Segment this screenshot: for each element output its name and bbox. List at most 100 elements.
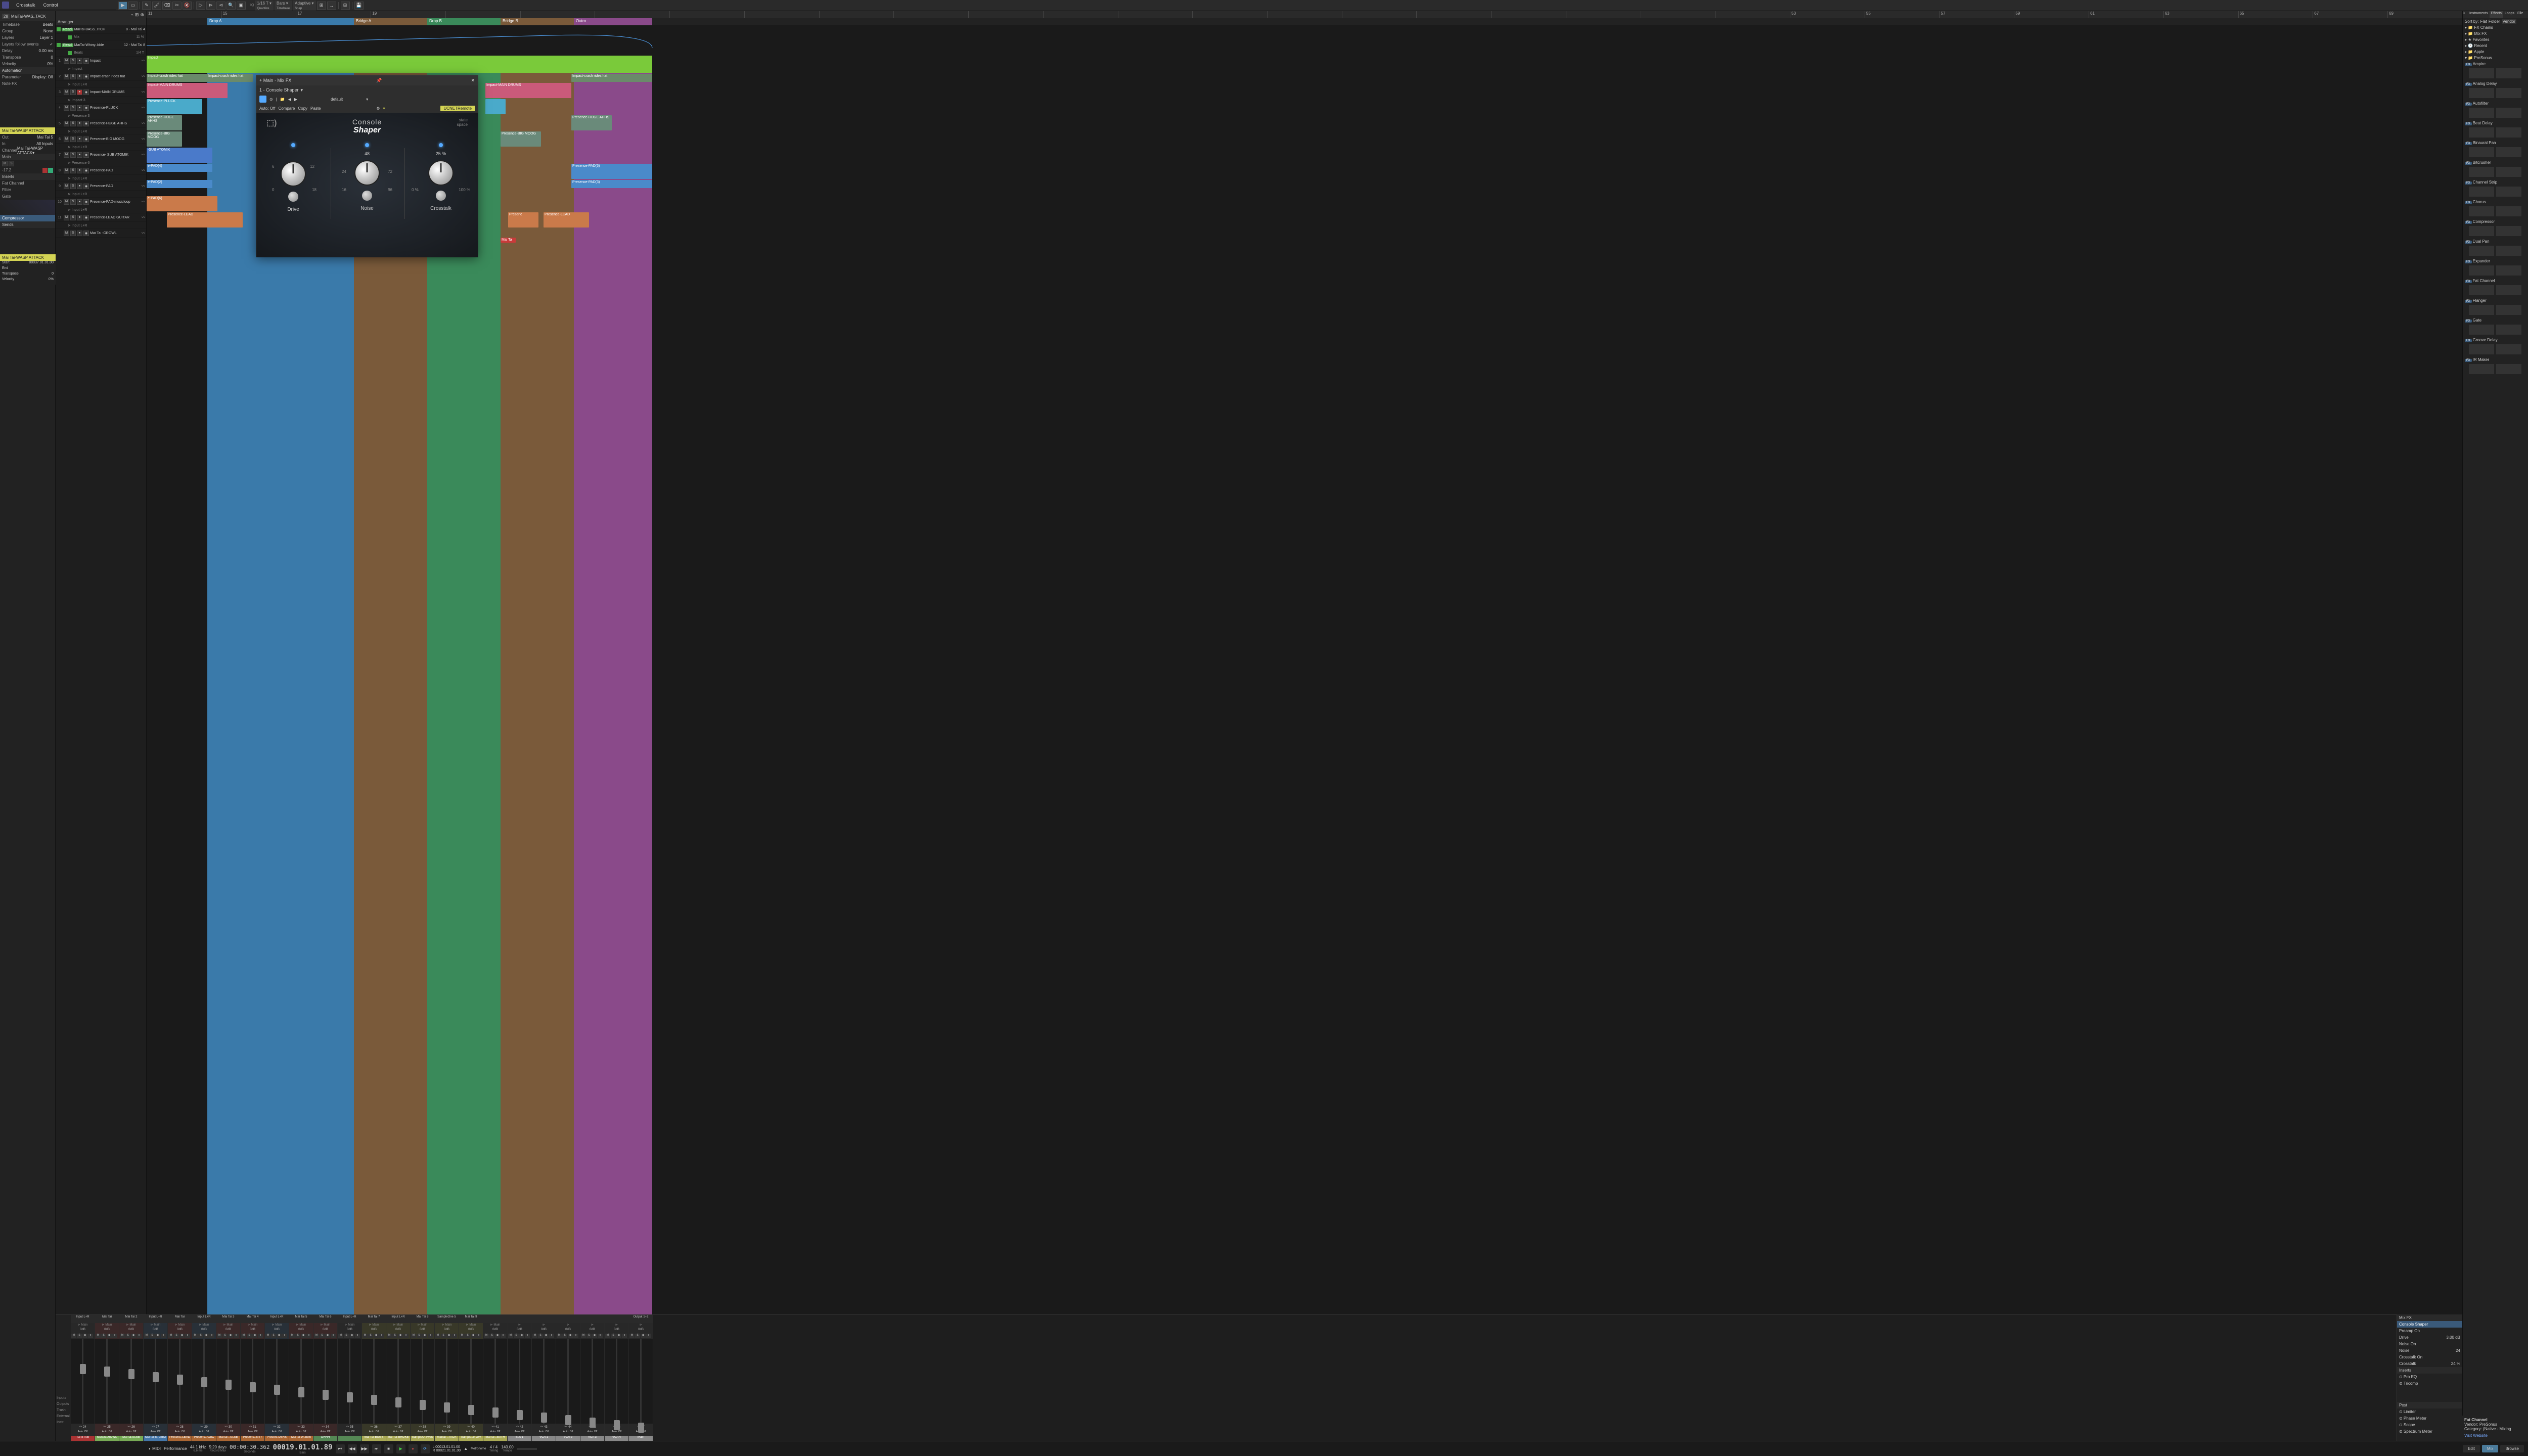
inspector-row[interactable]: Layers follow events✓ bbox=[0, 41, 55, 48]
channel-label[interactable]: VCA 4 bbox=[605, 1436, 628, 1441]
close-icon[interactable]: ✕ bbox=[471, 78, 475, 83]
inspector-row[interactable]: Delay0.00 ms bbox=[0, 48, 55, 54]
record-button[interactable]: ● bbox=[409, 1444, 418, 1453]
channel-fader[interactable] bbox=[483, 1339, 507, 1424]
track-input[interactable]: ⊳ Presence 3 bbox=[56, 112, 146, 119]
menu-control[interactable]: Control bbox=[39, 3, 62, 8]
ruler-tick[interactable]: 59 bbox=[2014, 11, 2089, 18]
clip[interactable]: Presence-PAD(3) bbox=[571, 180, 652, 188]
mixer-section-label[interactable]: External bbox=[56, 1414, 71, 1420]
effect-thumb[interactable] bbox=[2496, 147, 2521, 157]
remote-badge[interactable]: UCNETRemote bbox=[440, 106, 475, 111]
erase-tool[interactable]: ⌫ bbox=[162, 2, 171, 10]
compressor-insert[interactable]: Compressor bbox=[0, 215, 55, 221]
channel-fader[interactable] bbox=[95, 1339, 119, 1424]
clip[interactable]: Impact-MAIN DRUMS bbox=[147, 83, 228, 98]
track-row[interactable]: 3MS●◉Impact-MAIN DRUMS〰 bbox=[56, 88, 146, 97]
listen-tool[interactable]: ▷ bbox=[196, 2, 205, 10]
notefx-row[interactable]: Note FX bbox=[0, 80, 55, 87]
effect-item[interactable]: FXIR Maker bbox=[2463, 356, 2528, 363]
mixer-channel[interactable]: Input L+R ⊳ Main 0dB MS◉● 〰 27 Auto: Off… bbox=[144, 1315, 168, 1441]
mixer-channel[interactable]: Mai Tai 7 ⊳ Main 0dB MS◉● 〰 36 Auto: Off… bbox=[362, 1315, 386, 1441]
mixer-channel[interactable]: Mai Tai 9 ⊳ Main 0dB MS◉● 〰 40 Auto: Off… bbox=[459, 1315, 483, 1441]
effect-thumb[interactable] bbox=[2496, 265, 2521, 276]
tool-d[interactable]: → bbox=[327, 2, 336, 10]
quantize-dropdown[interactable]: 1/16 T ▾Quantize bbox=[255, 1, 274, 11]
channel-row[interactable]: ChannelMai Tai-WASP ATTACK▾ bbox=[0, 147, 55, 154]
channel-label[interactable]: Presenc..EIT7 bbox=[241, 1436, 264, 1441]
mixer-channel[interactable]: Input L+R ⊳ Main 0dB MS◉● 〰 37 Auto: Off… bbox=[386, 1315, 411, 1441]
track-sub[interactable]: Beats1/4 T bbox=[56, 50, 146, 57]
rewind-button[interactable]: ⏮ bbox=[336, 1444, 345, 1453]
ruler-tick[interactable] bbox=[669, 11, 744, 18]
ruler[interactable]: 11151719535557596163656769 bbox=[147, 11, 2462, 18]
channel-fader[interactable] bbox=[216, 1339, 240, 1424]
ruler-tick[interactable] bbox=[968, 11, 1043, 18]
mixer-channel[interactable]: ⊳ Main 0dB MS◉● 〰 41 Auto: Off MaiTai-..… bbox=[483, 1315, 508, 1441]
mixer-channel[interactable]: Mai Tai 2 ⊳ Main 0dB MS◉● 〰 26 Auto: Off… bbox=[119, 1315, 144, 1441]
tab-effects[interactable]: Effects bbox=[2490, 11, 2503, 18]
clip[interactable]: Presence-BIG MOOG bbox=[501, 131, 541, 147]
paint-tool[interactable]: 🖌 bbox=[152, 2, 161, 10]
mixfx-shaper[interactable]: Console Shaper bbox=[2397, 1321, 2462, 1328]
gear-icon[interactable]: ⚙ bbox=[376, 106, 380, 111]
mixer-section-label[interactable]: Instr. bbox=[56, 1420, 71, 1426]
channel-row[interactable]: OutMai Tai 5 bbox=[0, 134, 55, 141]
channel-label[interactable]: Presenc..AGIC bbox=[192, 1436, 216, 1441]
channel-fader[interactable] bbox=[580, 1339, 604, 1424]
ruler-tick[interactable] bbox=[1267, 11, 1342, 18]
rw-button[interactable]: ◀◀ bbox=[348, 1444, 357, 1453]
mixer-channel[interactable]: Input L+R ⊳ Main 0dB MS◉● 〰 24 Auto: Off… bbox=[71, 1315, 95, 1441]
ruler-tick[interactable] bbox=[744, 11, 819, 18]
effect-thumb[interactable] bbox=[2469, 108, 2494, 118]
ruler-tick[interactable] bbox=[595, 11, 669, 18]
mixer-channel[interactable]: ⊳ 0dB MS◉● 〰 44 Auto: Off VCA 2 bbox=[556, 1315, 580, 1441]
ruler-tick[interactable]: 65 bbox=[2238, 11, 2313, 18]
channel-label[interactable]: MaiTai-..EATH bbox=[483, 1436, 507, 1441]
ruler-tick[interactable] bbox=[1641, 11, 1716, 18]
ff-button[interactable]: ▶▶ bbox=[360, 1444, 369, 1453]
track-row[interactable]: 6MS●◉Presence-BIG MOOG〰 bbox=[56, 135, 146, 144]
channel-fader[interactable] bbox=[144, 1339, 167, 1424]
paste-button[interactable]: Paste bbox=[310, 106, 321, 111]
ruler-tick[interactable]: 57 bbox=[1939, 11, 2014, 18]
mixfx-param[interactable]: Noise On bbox=[2397, 1341, 2462, 1347]
effect-item[interactable]: FXDual Pan bbox=[2463, 238, 2528, 245]
mixer-channel[interactable]: SampleOne 5 ⊳ Main 0dB MS◉● 〰 39 Auto: O… bbox=[435, 1315, 459, 1441]
auto-toggle[interactable]: Auto: Off bbox=[259, 106, 275, 111]
end-button[interactable]: ⏭ bbox=[372, 1444, 381, 1453]
effect-item[interactable]: FXAmpire bbox=[2463, 61, 2528, 67]
insert-item[interactable]: Fat Channel bbox=[0, 180, 55, 187]
mixer-channel[interactable]: Mai Tai ⊳ Main 0dB MS◉● 〰 25 Auto: Off M… bbox=[95, 1315, 119, 1441]
ruler-tick[interactable] bbox=[445, 11, 520, 18]
ruler-tick[interactable]: 53 bbox=[1790, 11, 1865, 18]
compare-button[interactable]: Compare bbox=[278, 106, 295, 111]
ruler-tick[interactable]: 15 bbox=[221, 11, 296, 18]
track-input[interactable]: ⊳ Impact 3 bbox=[56, 97, 146, 104]
sidechain-icon[interactable]: ⊙ bbox=[269, 97, 273, 102]
play-button[interactable]: ▶ bbox=[396, 1444, 405, 1453]
effect-thumb[interactable] bbox=[2469, 206, 2494, 216]
channel-fader[interactable] bbox=[386, 1339, 410, 1424]
ruler-tick[interactable]: 61 bbox=[2089, 11, 2163, 18]
channel-label[interactable]: MaiTai-..ULSE bbox=[216, 1436, 240, 1441]
effect-item[interactable]: FXAutofilter bbox=[2463, 100, 2528, 107]
effect-item[interactable]: FXChannel Strip bbox=[2463, 179, 2528, 186]
stop-button[interactable]: ■ bbox=[384, 1444, 393, 1453]
effect-thumb[interactable] bbox=[2469, 305, 2494, 315]
track-input[interactable]: ⊳ Input L+R bbox=[56, 128, 146, 135]
mixer-channel[interactable]: ⊳ 0dB MS◉● 〰 43 Auto: Off VCA 1 bbox=[532, 1315, 556, 1441]
track-row[interactable]: 4MS●◉Presence-PLUCK〰 bbox=[56, 104, 146, 112]
effect-thumb[interactable] bbox=[2496, 167, 2521, 177]
effect-thumb[interactable] bbox=[2496, 226, 2521, 236]
mixer-channel[interactable]: Mai Tai 5 ⊳ Main 0dB MS◉● 〰 33 Auto: Off… bbox=[289, 1315, 313, 1441]
plugin-titlebar[interactable]: + Main · Mix FX 📌 ✕ bbox=[256, 75, 478, 85]
ruler-tick[interactable]: 17 bbox=[296, 11, 371, 18]
effect-thumb[interactable] bbox=[2469, 246, 2494, 256]
channel-label[interactable]: Main bbox=[629, 1436, 653, 1441]
channel-label[interactable]: Presenc..LEAD bbox=[168, 1436, 192, 1441]
channel-label[interactable]: Presen..DERS bbox=[265, 1436, 289, 1441]
inspect-row[interactable]: Transpose0 bbox=[0, 272, 56, 278]
next-icon[interactable]: ▶ bbox=[294, 97, 297, 102]
clips-area[interactable]: ImpactImpact-crash rides hatImpact-crash… bbox=[147, 25, 2462, 258]
